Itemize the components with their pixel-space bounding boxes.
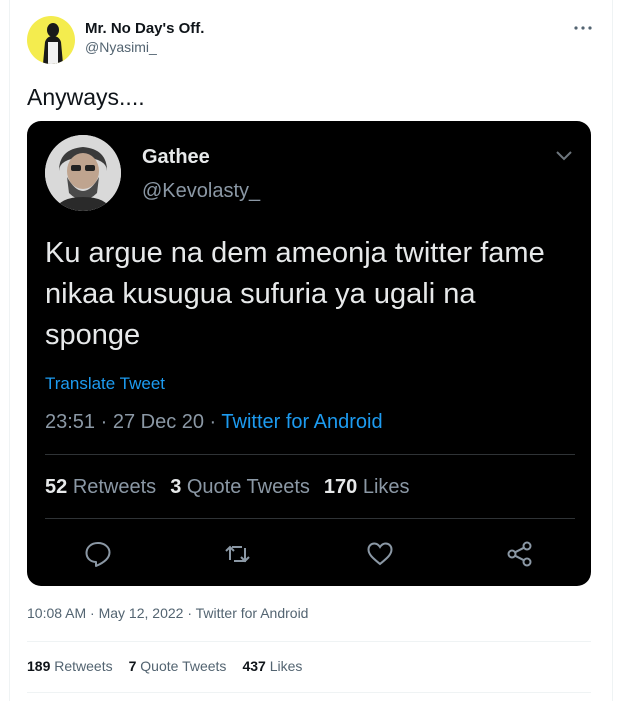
more-options-icon[interactable] xyxy=(572,22,594,34)
embedded-source: Twitter for Android xyxy=(221,411,383,433)
embedded-tweet-body: Ku argue na dem ameonja twitter fame nik… xyxy=(45,237,545,351)
divider xyxy=(27,692,591,693)
person-silhouette-icon xyxy=(43,23,63,64)
embedded-quotes-count: 3 xyxy=(170,476,182,498)
embedded-retweets-label: Retweets xyxy=(72,476,157,498)
meta-separator: · xyxy=(204,411,222,433)
likes-stat[interactable]: 437 Likes xyxy=(242,658,302,674)
retweets-count: 189 xyxy=(27,658,51,674)
embedded-tweet-meta: 23:51 · 27 Dec 20 · Twitter for Android xyxy=(45,411,383,434)
embedded-tweet-image[interactable]: Gathee @Kevolasty_ Ku argue na dem ameon… xyxy=(27,121,591,586)
reply-icon xyxy=(85,542,111,567)
likes-count: 437 xyxy=(242,658,266,674)
like-icon xyxy=(367,542,393,566)
author-name[interactable]: Mr. No Day's Off. xyxy=(85,20,204,37)
tweet-stats: 189 Retweets 7 Quote Tweets 437 Likes xyxy=(27,658,302,674)
tweet-timestamp[interactable]: 10:08 AM · May 12, 2022 xyxy=(27,605,183,621)
quote-tweets-count: 7 xyxy=(128,658,137,674)
embedded-author-name: Gathee xyxy=(142,146,210,168)
bearded-man-portrait-icon xyxy=(45,135,121,211)
meta-separator: · xyxy=(183,605,196,621)
embedded-timestamp: 23:51 · 27 Dec 20 xyxy=(45,411,204,433)
embedded-tweet-stats: 52 Retweets 3 Quote Tweets 170 Likes xyxy=(45,476,410,499)
retweets-label: Retweets xyxy=(54,658,113,674)
embedded-likes-count: 170 xyxy=(323,476,358,498)
likes-label: Likes xyxy=(269,658,303,674)
avatar[interactable] xyxy=(27,16,75,64)
embedded-likes-label: Likes xyxy=(362,476,410,498)
author-handle[interactable]: @Nyasimi_ xyxy=(85,39,157,55)
quote-tweets-stat[interactable]: 7 Quote Tweets xyxy=(129,658,227,674)
retweet-icon xyxy=(225,545,250,563)
quote-tweets-label: Quote Tweets xyxy=(140,658,227,674)
retweets-stat[interactable]: 189 Retweets xyxy=(27,658,113,674)
translate-tweet-link: Translate Tweet xyxy=(45,374,166,393)
divider xyxy=(45,454,575,455)
tweet-text: Anyways.... xyxy=(27,84,145,110)
embedded-author-handle: @Kevolasty_ xyxy=(142,180,261,202)
chevron-down-icon xyxy=(556,151,572,161)
tweet-source[interactable]: Twitter for Android xyxy=(196,605,309,621)
share-icon xyxy=(507,541,532,567)
divider xyxy=(45,518,575,519)
tweet-meta: 10:08 AM · May 12, 2022 · Twitter for An… xyxy=(27,605,308,621)
embedded-retweets-count: 52 xyxy=(45,476,68,498)
divider xyxy=(27,641,591,642)
embedded-quotes-label: Quote Tweets xyxy=(186,476,310,498)
embedded-avatar xyxy=(45,135,121,211)
